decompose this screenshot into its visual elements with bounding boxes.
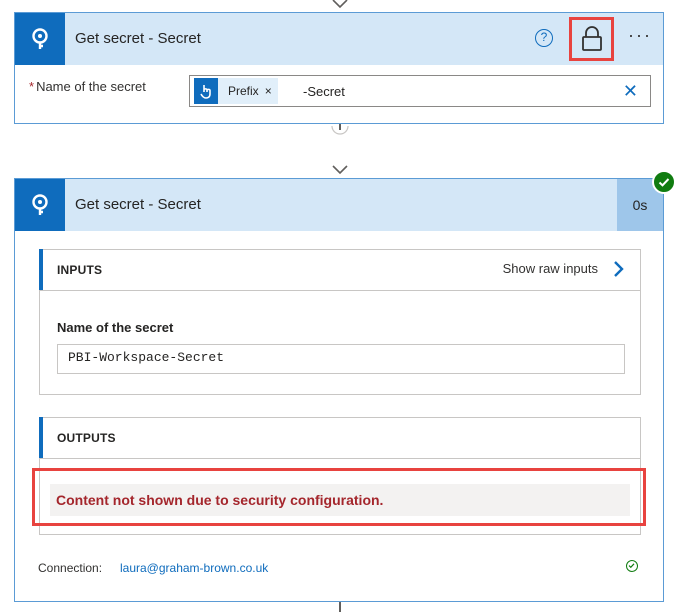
key-vault-icon	[15, 179, 65, 231]
inputs-heading: INPUTS	[57, 263, 103, 277]
section-accent-bar	[39, 249, 43, 290]
outputs-heading: OUTPUTS	[57, 431, 116, 445]
get-secret-run-result-card[interactable]: Get secret - Secret 0s INPUTS Show raw i…	[14, 178, 664, 602]
connection-account-link[interactable]: laura@graham-brown.co.uk	[120, 561, 268, 575]
connection-ok-icon	[626, 560, 638, 572]
secret-name-label-text: Name of the secret	[36, 79, 146, 94]
section-accent-bar	[39, 417, 43, 458]
action-header[interactable]: Get secret - Secret ? ···	[15, 13, 663, 65]
remove-token-button[interactable]: ×	[263, 84, 278, 98]
action-header[interactable]: Get secret - Secret 0s	[15, 179, 663, 231]
action-title[interactable]: Get secret - Secret	[75, 30, 201, 47]
action-title[interactable]: Get secret - Secret	[75, 196, 201, 213]
secret-name-label: Name of the secret	[57, 320, 174, 335]
secret-name-value: PBI-Workspace-Secret	[57, 344, 625, 374]
help-icon[interactable]: ?	[535, 29, 553, 47]
secure-settings-lock-icon[interactable]	[569, 17, 614, 61]
secret-suffix-text[interactable]: -Secret	[303, 84, 345, 99]
outputs-header: OUTPUTS	[39, 417, 640, 459]
secret-name-input[interactable]: Prefix × -Secret ✕	[189, 75, 651, 107]
flow-arrow-icon	[332, 0, 348, 9]
flow-connector	[339, 602, 341, 612]
clear-input-button[interactable]: ✕	[623, 81, 638, 102]
flow-arrow-icon	[332, 165, 348, 175]
highlight-outline	[32, 468, 646, 526]
required-marker: *	[29, 79, 35, 94]
add-step-indicator[interactable]	[328, 124, 352, 136]
connection-label: Connection:	[38, 561, 103, 575]
prefix-token-label: Prefix	[228, 84, 259, 98]
success-check-icon	[652, 170, 676, 194]
manual-trigger-icon	[194, 78, 218, 104]
inputs-section: INPUTS Show raw inputs Name of the secre…	[39, 249, 641, 395]
key-vault-icon	[15, 13, 65, 65]
prefix-token[interactable]: Prefix ×	[194, 78, 278, 104]
more-options-button[interactable]: ···	[625, 26, 655, 47]
inputs-header: INPUTS Show raw inputs	[39, 249, 640, 291]
show-raw-inputs-link[interactable]: Show raw inputs	[503, 261, 598, 276]
get-secret-action-card-collapsed[interactable]: Get secret - Secret ? ··· * Name of the s…	[14, 12, 664, 124]
chevron-right-icon[interactable]	[612, 260, 624, 278]
secret-name-label: * Name of the secret	[29, 79, 146, 94]
